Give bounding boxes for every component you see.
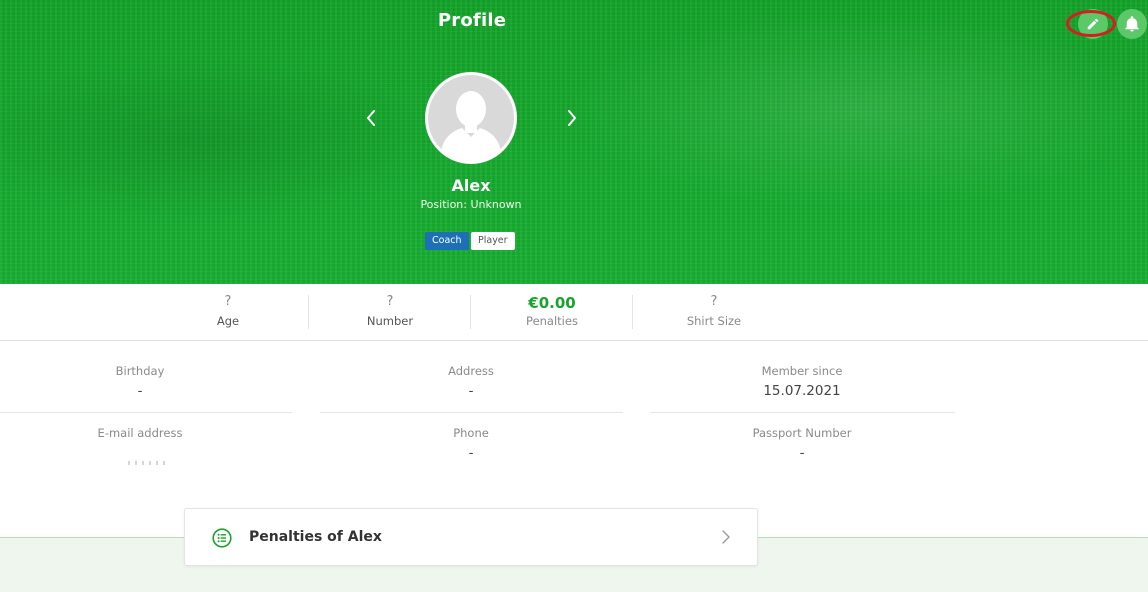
role-badge-coach[interactable]: Coach xyxy=(425,232,469,250)
previous-member-button[interactable] xyxy=(357,104,385,132)
phone-field: Phone - xyxy=(321,426,621,461)
chevron-right-icon xyxy=(568,110,576,126)
email-value-redacted xyxy=(128,461,168,465)
notifications-button[interactable] xyxy=(1117,9,1147,39)
edit-profile-button[interactable] xyxy=(1078,9,1108,39)
pencil-icon xyxy=(1087,18,1099,30)
chevron-right-icon xyxy=(722,530,730,544)
person-silhouette-icon xyxy=(428,75,514,161)
field-divider xyxy=(650,412,955,413)
phone-value: - xyxy=(468,445,474,461)
bell-icon xyxy=(1125,16,1139,32)
address-label: Address xyxy=(448,364,494,378)
profile-name: Alex xyxy=(451,176,491,195)
stats-bar: ? Age ? Number €0.00 Penalties ? Shirt S… xyxy=(0,284,1148,341)
email-field: E-mail address xyxy=(0,426,290,440)
stat-age-value: ? xyxy=(224,294,232,309)
list-icon xyxy=(212,528,232,548)
field-divider xyxy=(0,412,292,413)
stat-number: ? Number xyxy=(309,284,471,340)
stat-penalties-value: €0.00 xyxy=(528,294,576,312)
passport-field: Passport Number - xyxy=(652,426,952,461)
stat-penalties-label: Penalties xyxy=(526,314,578,328)
birthday-label: Birthday xyxy=(115,364,165,378)
profile-header: Profile Alex Position: Unknown Coach Pla… xyxy=(0,0,1148,284)
profile-position: Position: Unknown xyxy=(420,198,522,211)
page-title: Profile xyxy=(437,10,507,31)
stat-age-label: Age xyxy=(216,314,240,328)
stat-penalties[interactable]: €0.00 Penalties xyxy=(471,284,633,340)
passport-value: - xyxy=(799,445,805,461)
stat-age: ? Age xyxy=(147,284,309,340)
stat-shirt-size-value: ? xyxy=(710,294,718,309)
birthday-value: - xyxy=(137,383,143,399)
stat-shirt-size: ? Shirt Size xyxy=(633,284,795,340)
member-since-field: Member since 15.07.2021 xyxy=(652,364,952,399)
stat-shirt-size-label: Shirt Size xyxy=(686,314,742,328)
address-value: - xyxy=(468,383,474,399)
email-label: E-mail address xyxy=(97,426,183,440)
penalties-card-label: Penalties of Alex xyxy=(249,529,382,545)
penalties-card[interactable]: Penalties of Alex xyxy=(184,508,758,566)
member-since-value: 15.07.2021 xyxy=(763,383,841,399)
address-field: Address - xyxy=(321,364,621,399)
role-badge-player[interactable]: Player xyxy=(471,232,515,250)
stat-number-value: ? xyxy=(386,294,394,309)
phone-label: Phone xyxy=(453,426,489,440)
next-member-button[interactable] xyxy=(558,104,586,132)
member-since-label: Member since xyxy=(761,364,843,378)
field-divider xyxy=(320,412,623,413)
chevron-left-icon xyxy=(367,110,375,126)
avatar[interactable] xyxy=(425,72,517,164)
passport-label: Passport Number xyxy=(752,426,852,440)
stat-number-label: Number xyxy=(366,314,414,328)
birthday-field: Birthday - xyxy=(0,364,290,399)
